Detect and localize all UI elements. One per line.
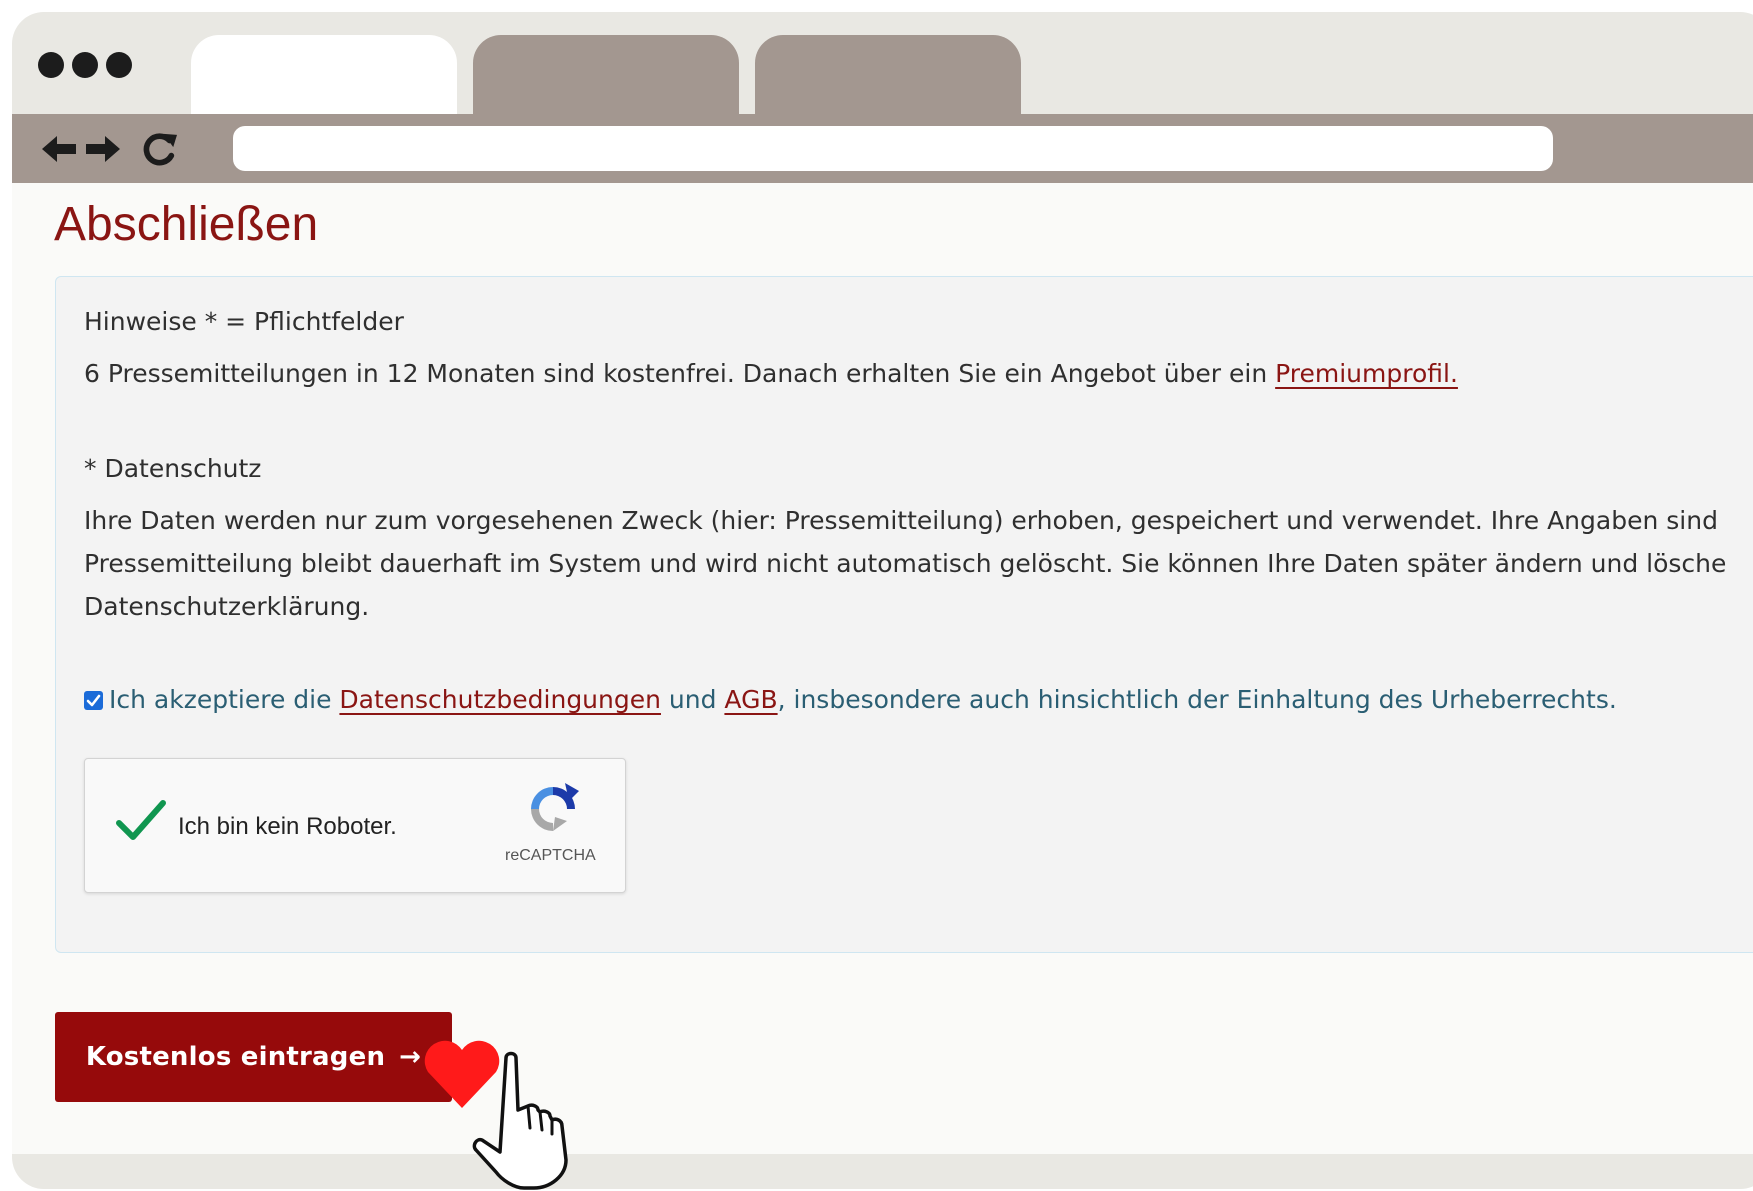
agb-link[interactable]: AGB (724, 685, 777, 714)
checkmark-icon (86, 694, 101, 707)
page-title: Abschließen (54, 198, 319, 251)
free-info: 6 Pressemitteilungen in 12 Monaten sind … (84, 359, 1458, 388)
recaptcha-widget[interactable]: Ich bin kein Roboter. reCAPTCHA (84, 758, 626, 893)
back-arrow-icon[interactable] (40, 132, 78, 166)
privacy-text-line: Pressemitteilung bleibt dauerhaft im Sys… (84, 549, 1727, 578)
browser-tab[interactable] (473, 35, 739, 119)
consent-checkbox[interactable] (84, 691, 103, 710)
submit-label: Kostenlos eintragen (85, 1042, 386, 1072)
recaptcha-brand: reCAPTCHA (505, 847, 596, 864)
pointing-hand-icon (472, 1051, 568, 1190)
consent-suffix: , insbesondere auch hinsichtlich der Ein… (777, 685, 1617, 714)
recaptcha-logo-icon (531, 783, 579, 831)
browser-tab-active[interactable] (191, 35, 457, 119)
window-dot[interactable] (72, 52, 98, 78)
reload-icon[interactable] (140, 132, 180, 166)
browser-window: Abschließen Hinweise * = Pflichtfelder 6… (12, 12, 1753, 1189)
premium-link[interactable]: Premiumprofil. (1275, 359, 1458, 388)
recaptcha-label: Ich bin kein Roboter. (178, 813, 397, 840)
window-dot[interactable] (38, 52, 64, 78)
privacy-text-line: Datenschutzerklärung. (84, 592, 370, 621)
browser-toolbar (12, 114, 1753, 183)
notes-panel: Hinweise * = Pflichtfelder 6 Pressemitte… (55, 276, 1753, 953)
checkmark-icon (116, 800, 166, 840)
window-dot[interactable] (106, 52, 132, 78)
address-bar[interactable] (233, 126, 1553, 171)
privacy-text-line: Ihre Daten werden nur zum vorgesehenen Z… (84, 506, 1718, 535)
forward-arrow-icon[interactable] (84, 132, 122, 166)
consent-prefix: Ich akzeptiere die (109, 685, 340, 714)
free-info-text: 6 Pressemitteilungen in 12 Monaten sind … (84, 359, 1276, 388)
privacy-heading: * Datenschutz (84, 454, 262, 483)
required-hint: Hinweise * = Pflichtfelder (84, 307, 404, 336)
arrow-right-icon: → (399, 1042, 422, 1072)
consent-row: Ich akzeptiere die Datenschutzbedingunge… (84, 685, 1617, 714)
privacy-terms-link[interactable]: Datenschutzbedingungen (339, 685, 661, 714)
browser-tab[interactable] (755, 35, 1021, 119)
consent-middle: und (660, 685, 725, 714)
submit-button[interactable]: Kostenlos eintragen → (55, 1012, 452, 1102)
page-content: Abschließen Hinweise * = Pflichtfelder 6… (12, 183, 1753, 1154)
